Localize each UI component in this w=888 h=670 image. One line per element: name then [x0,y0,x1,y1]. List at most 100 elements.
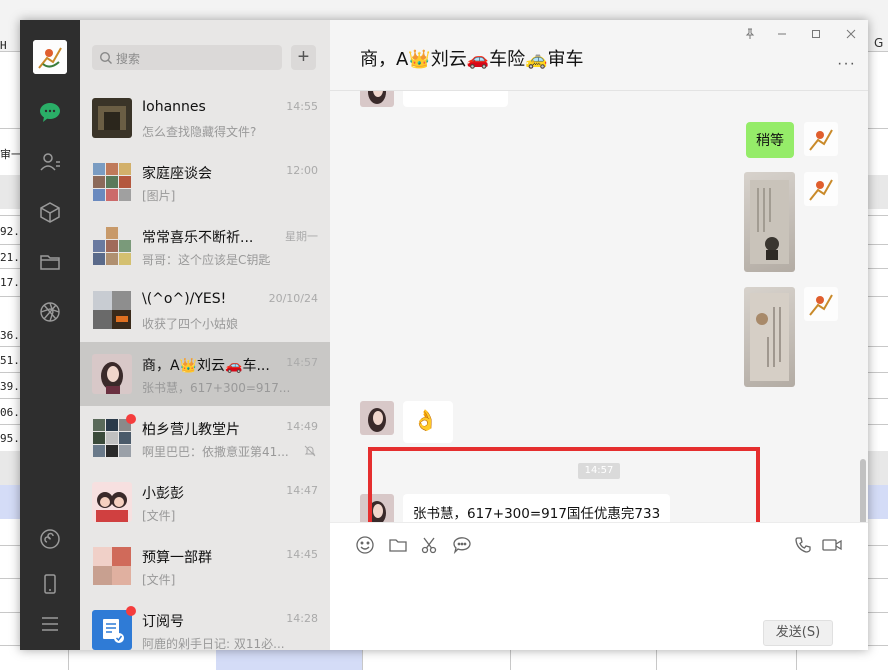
my-avatar-small [804,172,838,206]
nav-sidebar [20,20,80,650]
chat-item[interactable]: 小彭彭 14:47 [文件] [80,470,330,534]
search-input[interactable]: 搜索 [92,45,282,70]
sender-avatar [360,401,394,435]
annotation-highlight-box [368,447,760,527]
folder-icon[interactable] [388,535,408,555]
search-placeholder: 搜索 [116,52,141,66]
folder-icon[interactable] [38,250,62,274]
chat-name: 家庭座谈会 [142,166,212,182]
chat-item[interactable]: 预算一部群 14:45 [文件] [80,534,330,598]
message-bubble-mine[interactable]: 稍等 [746,122,794,158]
scissors-icon[interactable] [420,535,440,555]
maximize-icon[interactable] [809,27,823,41]
chat-name: 柏乡营儿教堂片 [142,422,240,438]
group-avatar [92,546,132,586]
chat-title: 商，A👑刘云🚗车险🚕审车 [360,49,584,70]
chat-avatar [92,482,132,522]
chat-panel: 商，A👑刘云🚗车险🚕审车 ··· 稍等 👌 14:57 张书慧，617+300=… [330,20,868,650]
my-avatar[interactable] [33,40,67,74]
chat-item[interactable]: 家庭座谈会 12:00 [图片] [80,150,330,214]
mute-bell-icon [304,445,316,457]
sheet-cell: 39.1 [0,380,27,393]
chat-name: 预算一部群 [142,550,212,566]
add-button[interactable]: + [291,45,316,70]
chat-preview: [文件] [142,509,176,523]
chat-time: 14:28 [286,612,318,625]
phone-icon[interactable] [38,572,62,596]
voice-call-icon[interactable] [793,535,813,555]
chat-preview: [文件] [142,573,176,587]
chat-item[interactable]: Iohannes 14:55 怎么查找隐藏得文件? [80,86,330,150]
sheet-corner-left: H [0,39,7,52]
video-call-icon[interactable] [821,535,842,555]
close-icon[interactable] [844,27,858,41]
sheet-cell: 95. [0,432,20,445]
mini-programs-icon[interactable] [38,527,62,551]
chat-preview: 收获了四个小姑娘 [142,317,239,331]
chat-name: \(^o^)/YES! [142,291,227,307]
sheet-cell: 51.0 [0,354,27,367]
comment-icon[interactable] [452,535,472,555]
sheet-cell: 92. [0,225,20,238]
chat-preview: 阿鹿的剁手日记: 双11必... [142,637,285,650]
group-avatar [92,418,132,458]
search-icon [99,51,112,64]
unread-dot [126,414,136,424]
menu-icon[interactable] [38,612,62,636]
chat-list-panel: 搜索 + Iohannes 14:55 怎么查找隐藏得文件? 家庭座谈会 12:… [80,20,330,650]
chat-item[interactable]: 柏乡营儿教堂片 14:49 啊里巴巴：依撒意亚第41... [80,406,330,470]
chat-item-selected[interactable]: 商，A👑刘云🚗车... 14:57 张书慧，617+300=917... [80,342,330,406]
chat-item[interactable]: \(^o^)/YES! 20/10/24 收获了四个小姑娘 [80,278,330,342]
my-avatar-small [804,287,838,321]
my-avatar-small [804,122,838,156]
chat-time: 星期一 [285,230,318,243]
chat-name: Iohannes [142,99,206,115]
chat-icon[interactable] [38,100,62,124]
composer[interactable]: 发送(S) [330,522,868,650]
chat-preview: 怎么查找隐藏得文件? [142,125,257,139]
chat-time: 14:55 [286,100,318,113]
message-bubble-cropped [403,91,508,107]
sender-avatar [360,91,394,107]
subscription-avatar [92,610,132,650]
sheet-cell: 06.9 [0,406,27,419]
send-button[interactable]: 发送(S) [763,620,833,646]
message-scrollbar[interactable] [860,459,866,522]
chat-preview: [图片] [142,189,176,203]
chat-avatar [92,354,132,394]
contacts-icon[interactable] [38,150,62,174]
chat-name: 商，A👑刘云🚗车... [142,358,270,374]
sheet-cell: 17. [0,276,20,289]
chat-preview: 张书慧，617+300=917... [142,381,291,395]
chat-name: 订阅号 [142,614,184,630]
more-options-icon[interactable]: ··· [837,55,856,73]
pin-icon[interactable] [743,27,757,41]
chat-time: 14:49 [286,420,318,433]
moments-icon[interactable] [38,300,62,324]
chat-time: 14:45 [286,548,318,561]
chat-time: 12:00 [286,164,318,177]
image-message-id-card-back[interactable] [744,172,795,272]
image-message-id-card-front[interactable] [744,287,795,387]
chat-preview: 哥哥：这个应该是C钥匙 [142,253,271,267]
chat-name: 小彭彭 [142,486,184,502]
minimize-icon[interactable] [775,27,789,41]
sheet-corner-right: G [874,36,884,50]
sheet-cell: 36. [0,329,20,342]
message-bubble-other[interactable]: 👌 [403,401,453,443]
sheet-cell: 审一 [0,148,22,161]
chat-name: 常常喜乐不断祈... [142,230,254,246]
emoji-icon[interactable] [355,535,375,555]
chat-item[interactable]: 常常喜乐不断祈... 星期一 哥哥：这个应该是C钥匙 [80,214,330,278]
favorites-icon[interactable] [38,200,62,224]
unread-dot [126,606,136,616]
group-avatar [92,226,132,266]
group-avatar [92,162,132,202]
chat-time: 14:47 [286,484,318,497]
chat-preview: 啊里巴巴：依撒意亚第41... [142,445,289,459]
chat-item[interactable]: 订阅号 14:28 阿鹿的剁手日记: 双11必... [80,598,330,650]
wechat-window: 搜索 + Iohannes 14:55 怎么查找隐藏得文件? 家庭座谈会 12:… [20,20,868,650]
group-avatar [92,290,132,330]
sheet-cell: 21. [0,251,20,264]
chat-time: 20/10/24 [268,292,318,305]
